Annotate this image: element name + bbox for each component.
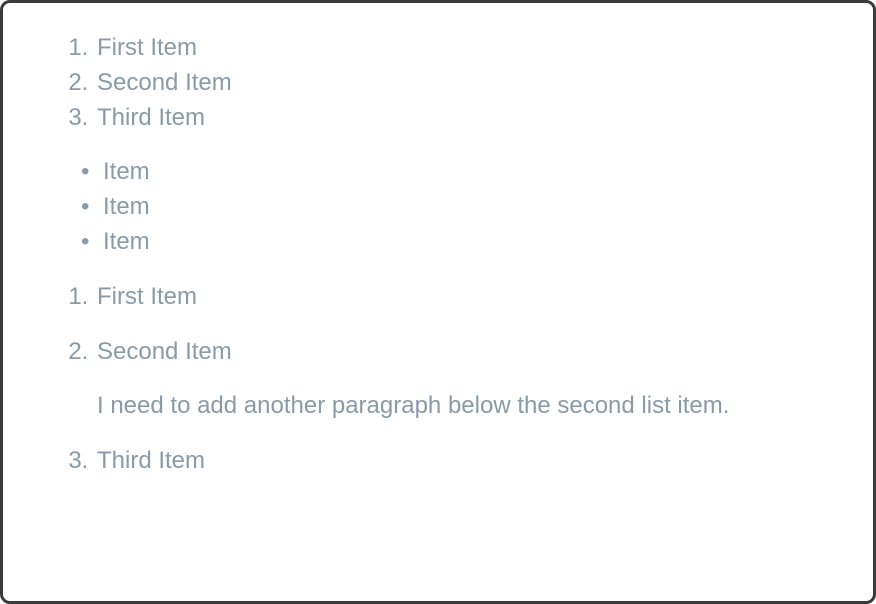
list-item: Second Item I need to add another paragr… [95,335,813,425]
list-item-label: First Item [97,34,197,61]
list-item-label: Second Item [97,69,232,96]
list-item: Third Item [95,444,813,479]
ordered-list-1: First Item Second Item Third Item [63,31,813,135]
list-item: Second Item [95,66,813,101]
list-item-label: First Item [97,283,197,310]
list-item: First Item [95,31,813,66]
list-item: Item [95,155,813,190]
ordered-list-2: First Item Second Item I need to add ano… [63,280,813,479]
list-item-label: Third Item [97,447,205,474]
list-item: First Item [95,280,813,315]
list-item-label: Item [103,158,150,185]
nested-paragraph: I need to add another paragraph below th… [97,389,813,424]
document-frame: First Item Second Item Third Item Item I… [0,0,876,604]
list-item: Item [95,190,813,225]
list-item: Item [95,225,813,260]
list-item-label: Third Item [97,104,205,131]
list-item-label: Second Item [97,338,232,365]
unordered-list: Item Item Item [63,155,813,259]
list-item-label: Item [103,193,150,220]
list-item-label: Item [103,228,150,255]
list-item: Third Item [95,101,813,136]
